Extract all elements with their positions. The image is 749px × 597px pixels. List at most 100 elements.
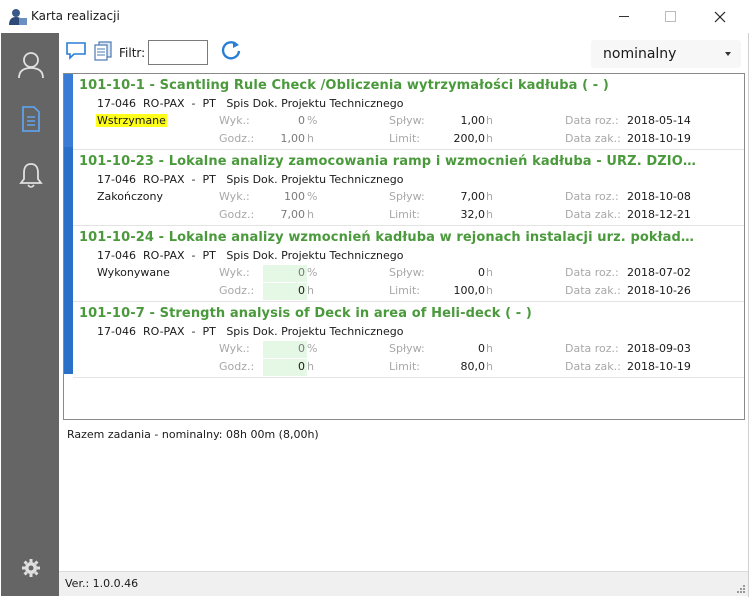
task-row[interactable]: 101-10-23 - Lokalne analizy zamocowania … — [73, 150, 744, 226]
close-icon — [714, 11, 726, 22]
mode-value: nominalny — [603, 46, 677, 62]
sidebar — [1, 33, 59, 596]
splyw-value: 7,00 — [460, 190, 486, 203]
filter-label: Filtr: — [119, 46, 146, 60]
wyk-label: Wyk.: — [219, 114, 250, 127]
wyk-value: 0 — [298, 266, 305, 279]
toolbar: Filtr: nominalny — [59, 33, 748, 71]
limit-label: Limit: — [389, 132, 420, 145]
maximize-icon — [664, 11, 676, 22]
hours-unit: h — [486, 114, 493, 127]
comment-icon[interactable] — [65, 41, 87, 61]
hours-unit: h — [307, 132, 314, 145]
maximize-button[interactable] — [647, 0, 693, 33]
limit-label: Limit: — [389, 284, 420, 297]
title-bar: Karta realizacji — [0, 0, 749, 33]
selected-indicator — [64, 74, 73, 147]
limit-value: 80,0 — [460, 360, 486, 373]
limit-label: Limit: — [389, 208, 420, 221]
wyk-value: 100 — [284, 190, 305, 203]
summary-text: Razem zadania - nominalny: 08h 00m (8,00… — [67, 428, 319, 441]
status-badge: Zakończony — [97, 190, 163, 203]
splyw-label: Spływ: — [389, 114, 425, 127]
data-zak-label: Data zak.: — [565, 208, 621, 221]
data-roz-value: 2018-10-08 — [627, 190, 691, 203]
task-title: 101-10-7 - Strength analysis of Deck in … — [79, 306, 532, 321]
documents-icon[interactable] — [92, 41, 114, 61]
task-row[interactable]: 101-10-1 - Scantling Rule Check /Oblicze… — [73, 74, 744, 150]
task-subtitle: 17-046 RO-PAX - PT Spis Dok. Projektu Te… — [97, 173, 404, 186]
task-list[interactable]: 101-10-1 - Scantling Rule Check /Oblicze… — [63, 73, 745, 420]
splyw-value: 0 — [478, 342, 485, 355]
hours-unit: h — [486, 360, 493, 373]
gear-icon[interactable] — [21, 558, 41, 578]
percent-unit: % — [307, 342, 318, 355]
user-icon[interactable] — [18, 51, 44, 79]
refresh-icon[interactable] — [220, 39, 242, 61]
wyk-value: 0 — [298, 114, 305, 127]
task-title: 101-10-24 - Lokalne analizy wzmocnień ka… — [79, 230, 699, 245]
main-panel: Filtr: nominalny 101-10-1 - Scantling Ru… — [59, 33, 748, 596]
chevron-down-icon — [725, 52, 731, 56]
godz-value: 0 — [298, 284, 305, 297]
splyw-label: Spływ: — [389, 266, 425, 279]
status-bar: Ver.: 1.0.0.46 — [59, 571, 748, 596]
task-subtitle: 17-046 RO-PAX - PT Spis Dok. Projektu Te… — [97, 97, 404, 110]
godz-label: Godz.: — [219, 284, 255, 297]
percent-unit: % — [307, 266, 318, 279]
wyk-label: Wyk.: — [219, 190, 250, 203]
splyw-label: Spływ: — [389, 190, 425, 203]
hours-unit: h — [307, 284, 314, 297]
hours-unit: h — [486, 132, 493, 145]
data-zak-label: Data zak.: — [565, 132, 621, 145]
task-subtitle: 17-046 RO-PAX - PT Spis Dok. Projektu Te… — [97, 249, 404, 262]
hours-unit: h — [486, 190, 493, 203]
godz-value: 0 — [298, 360, 305, 373]
percent-unit: % — [307, 190, 318, 203]
wyk-value: 0 — [298, 342, 305, 355]
godz-label: Godz.: — [219, 360, 255, 373]
status-badge: Wykonywane — [97, 266, 170, 279]
data-roz-value: 2018-09-03 — [627, 342, 691, 355]
data-zak-label: Data zak.: — [565, 284, 621, 297]
close-button[interactable] — [697, 0, 743, 33]
data-zak-value: 2018-12-21 — [627, 208, 691, 221]
hours-unit: h — [486, 266, 493, 279]
godz-value: 7,00 — [280, 208, 306, 221]
hours-unit: h — [486, 342, 493, 355]
godz-value: 1,00 — [280, 132, 306, 145]
resize-grip-icon[interactable] — [735, 583, 745, 593]
filter-input[interactable] — [148, 40, 208, 65]
data-roz-value: 2018-07-02 — [627, 266, 691, 279]
limit-value: 32,0 — [460, 208, 486, 221]
data-roz-label: Data roz.: — [565, 266, 619, 279]
splyw-label: Spływ: — [389, 342, 425, 355]
hours-unit: h — [307, 360, 314, 373]
document-icon[interactable] — [18, 105, 44, 133]
limit-value: 100,0 — [453, 284, 486, 297]
task-subtitle: 17-046 RO-PAX - PT Spis Dok. Projektu Te… — [97, 325, 404, 338]
godz-label: Godz.: — [219, 208, 255, 221]
minimize-icon — [618, 16, 629, 17]
version-label: Ver.: 1.0.0.46 — [65, 577, 139, 590]
wyk-label: Wyk.: — [219, 342, 250, 355]
limit-label: Limit: — [389, 360, 420, 373]
data-zak-value: 2018-10-19 — [627, 360, 691, 373]
task-title: 101-10-1 - Scantling Rule Check /Oblicze… — [79, 78, 609, 93]
app-user-icon — [9, 9, 27, 25]
limit-value: 200,0 — [453, 132, 486, 145]
wyk-label: Wyk.: — [219, 266, 250, 279]
bell-icon[interactable] — [18, 161, 44, 189]
mode-dropdown[interactable]: nominalny — [591, 40, 741, 68]
task-row[interactable]: 101-10-7 - Strength analysis of Deck in … — [73, 302, 744, 378]
data-zak-value: 2018-10-19 — [627, 132, 691, 145]
data-zak-value: 2018-10-26 — [627, 284, 691, 297]
hours-unit: h — [307, 208, 314, 221]
minimize-button[interactable] — [601, 0, 647, 33]
data-zak-label: Data zak.: — [565, 360, 621, 373]
task-row[interactable]: 101-10-24 - Lokalne analizy wzmocnień ka… — [73, 226, 744, 302]
window-title: Karta realizacji — [31, 9, 120, 23]
status-badge: Wstrzymane — [96, 114, 167, 127]
splyw-value: 1,00 — [460, 114, 486, 127]
data-roz-label: Data roz.: — [565, 190, 619, 203]
